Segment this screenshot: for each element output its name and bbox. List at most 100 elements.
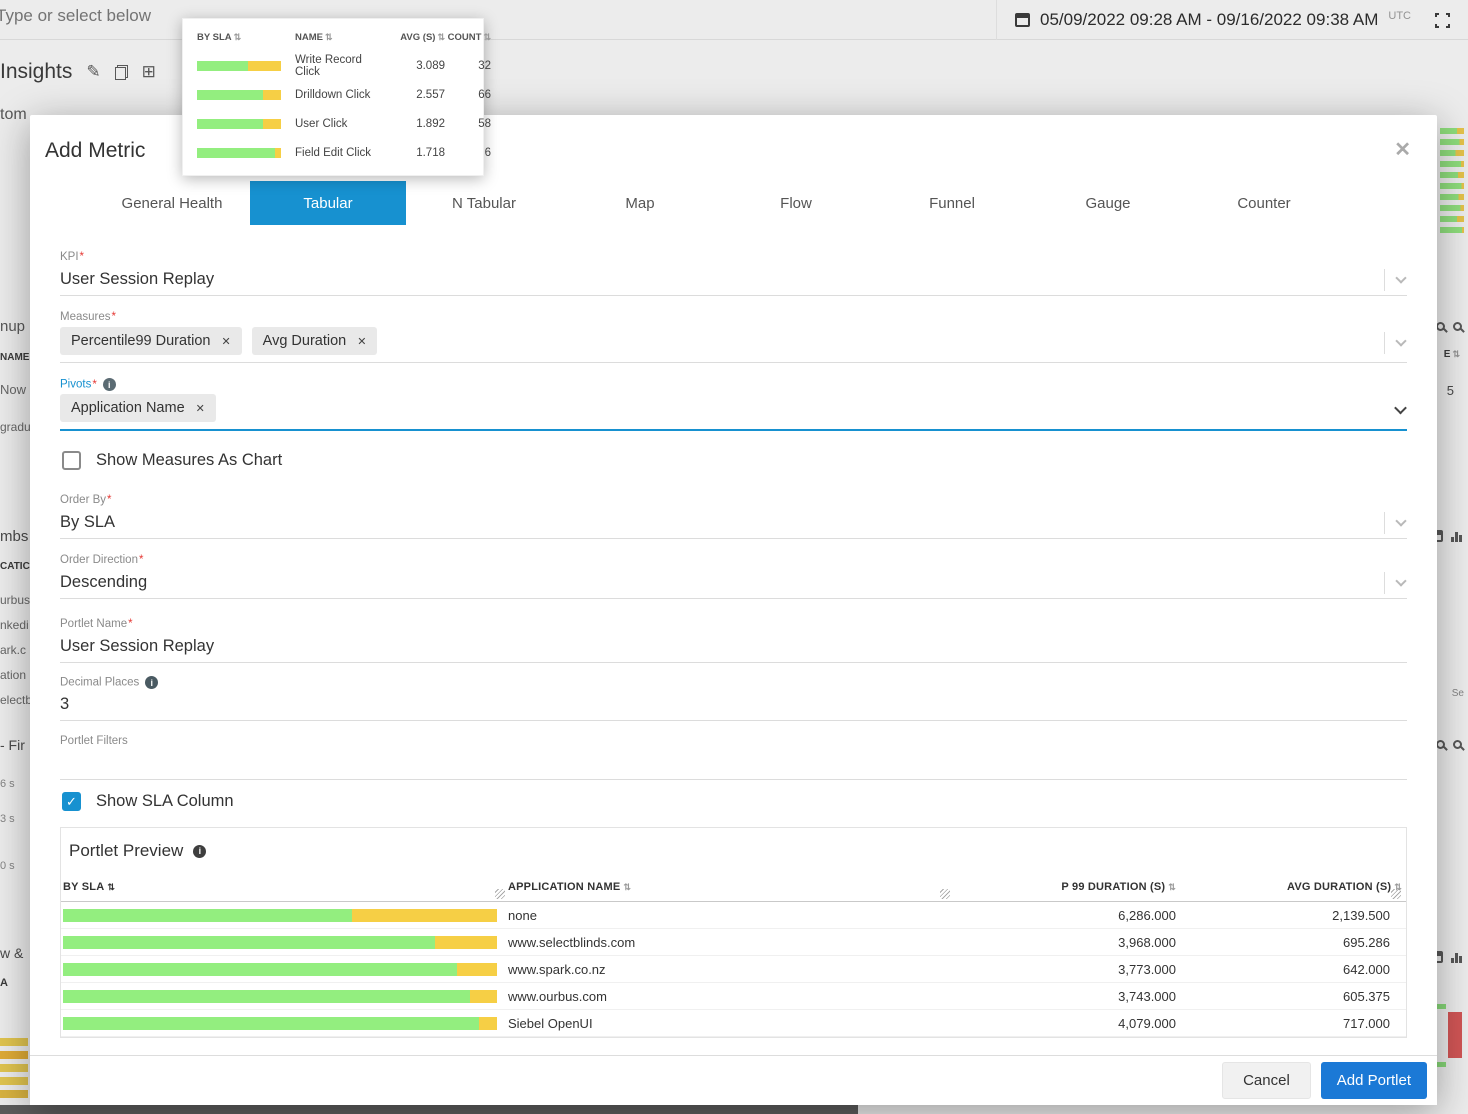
- info-icon: i: [145, 676, 159, 689]
- measure-chip[interactable]: Percentile99 Duration ✕: [60, 327, 242, 355]
- preview-table-row: www.spark.co.nz 3,773.000 642.000: [61, 956, 1406, 983]
- decimal-places-value: 3: [60, 695, 70, 713]
- column-header-application-name[interactable]: APPLICATION NAME ⇅: [508, 872, 953, 902]
- decimal-places-input[interactable]: 3: [60, 692, 1407, 721]
- p99-duration-cell: 6,286.000: [1118, 907, 1176, 923]
- info-icon: i: [102, 378, 116, 391]
- column-header-p99-duration[interactable]: P 99 DURATION (S) ⇅: [953, 872, 1178, 902]
- divider: [1384, 268, 1385, 291]
- screen: 05/09/2022 09:28 AM - 09/16/2022 09:38 A…: [0, 0, 1468, 1114]
- sla-green-bar: [63, 962, 458, 976]
- chevron-down-icon[interactable]: [1395, 514, 1407, 527]
- sort-icon: ⇅: [483, 31, 491, 42]
- divider: [1384, 571, 1385, 594]
- preview-table-row: none 6,286.000 2,139.500: [61, 902, 1406, 929]
- checkbox-label: Show SLA Column: [96, 792, 234, 810]
- order-by-select[interactable]: By SLA: [60, 510, 1407, 539]
- divider: [1384, 331, 1385, 354]
- preview-table-row: www.ourbus.com 3,743.000 605.375: [61, 983, 1406, 1010]
- pivot-chip[interactable]: Application Name ✕: [60, 394, 216, 422]
- avg-duration-cell: 605.375: [1343, 988, 1390, 1004]
- tab-funnel[interactable]: Funnel: [874, 181, 1030, 225]
- sla-yellow-bar: [479, 1016, 497, 1030]
- order-by-label: Order By*: [60, 494, 112, 506]
- application-name-cell: www.spark.co.nz: [508, 961, 606, 977]
- order-direction-select[interactable]: Descending: [60, 570, 1407, 599]
- tooltip-name: Field Edit Click: [295, 146, 372, 159]
- portlet-name-value: User Session Replay: [60, 637, 215, 655]
- column-header-avg-duration[interactable]: AVG DURATION (S) ⇅: [1178, 872, 1404, 902]
- application-name-cell: Siebel OpenUI: [508, 1015, 593, 1031]
- p99-duration-cell: 4,079.000: [1118, 1015, 1176, 1031]
- metric-type-tabs: General Health Tabular N Tabular Map Flo…: [94, 181, 1437, 225]
- sla-green-bar: [63, 908, 353, 922]
- kpi-field: KPI* User Session Replay: [60, 251, 1407, 296]
- chevron-down-icon[interactable]: [1394, 401, 1407, 415]
- sort-icon[interactable]: ⇅: [107, 882, 115, 892]
- modal-footer: Cancel Add Portlet: [30, 1055, 1437, 1105]
- modal-title: Add Metric: [45, 139, 146, 162]
- portlet-preview: Portlet Preview i BY SLA ⇅ APPLICATION NA…: [60, 827, 1407, 1038]
- portlet-preview-title: Portlet Preview: [69, 841, 184, 860]
- tab-gauge[interactable]: Gauge: [1030, 181, 1186, 225]
- add-metric-modal: Add Metric ✕ General Health Tabular N Ta…: [30, 115, 1437, 1105]
- portlet-name-input[interactable]: User Session Replay: [60, 634, 1407, 663]
- portlet-name-field: Portlet Name* User Session Replay: [60, 618, 1407, 663]
- column-resize-handle[interactable]: [1391, 889, 1401, 899]
- sla-yellow-bar: [352, 908, 497, 922]
- order-direction-value: Descending: [60, 573, 148, 591]
- sla-bar: [197, 60, 281, 71]
- sla-bar: [197, 118, 281, 129]
- application-name-cell: none: [508, 907, 537, 923]
- tab-general-health[interactable]: General Health: [94, 181, 250, 225]
- tab-n-tabular[interactable]: N Tabular: [406, 181, 562, 225]
- sla-yellow-bar: [470, 989, 497, 1003]
- sla-bar-cell: [63, 935, 508, 949]
- tab-flow[interactable]: Flow: [718, 181, 874, 225]
- sla-bar-cell: [63, 1016, 508, 1030]
- tooltip-header-by-sla: BY SLA ⇅: [197, 31, 242, 43]
- sort-icon[interactable]: ⇅: [623, 882, 631, 892]
- sort-icon[interactable]: ⇅: [1168, 882, 1176, 892]
- tooltip-count: 32: [478, 59, 491, 72]
- tab-counter[interactable]: Counter: [1186, 181, 1342, 225]
- chip-close-icon[interactable]: ✕: [221, 335, 230, 348]
- close-icon[interactable]: ✕: [1394, 137, 1411, 162]
- tooltip-header-row: BY SLA ⇅ NAME ⇅ AVG (S) ⇅ COUNT ⇅: [183, 23, 491, 51]
- column-header-by-sla[interactable]: BY SLA ⇅: [63, 872, 508, 902]
- tooltip-name: Write Record Click: [295, 53, 362, 78]
- chevron-down-icon[interactable]: [1395, 335, 1407, 347]
- pivots-select[interactable]: Application Name ✕: [60, 394, 1407, 431]
- chevron-down-icon[interactable]: [1395, 574, 1407, 587]
- chip-close-icon[interactable]: ✕: [196, 402, 205, 415]
- show-measures-as-chart-row: Show Measures As Chart: [62, 451, 1407, 470]
- column-resize-handle[interactable]: [940, 889, 950, 899]
- kpi-select[interactable]: User Session Replay: [60, 267, 1407, 296]
- info-icon: i: [193, 844, 207, 858]
- sla-green-bar: [63, 989, 471, 1003]
- tooltip-header-name: NAME ⇅: [295, 31, 333, 43]
- show-measures-as-chart-checkbox[interactable]: [62, 451, 81, 470]
- sla-yellow-bar: [457, 962, 497, 976]
- measures-field: Measures* Percentile99 Duration ✕ Avg Dur…: [60, 311, 1407, 363]
- pivots-label: Pivots* i: [60, 378, 1407, 394]
- measures-select[interactable]: Percentile99 Duration ✕ Avg Duration ✕: [60, 327, 1407, 363]
- show-sla-column-checkbox[interactable]: ✓: [62, 792, 81, 811]
- column-resize-handle[interactable]: [495, 889, 505, 899]
- chevron-down-icon[interactable]: [1395, 271, 1407, 284]
- show-sla-column-row: ✓ Show SLA Column: [62, 792, 1407, 811]
- pivots-field: Pivots* i Application Name ✕: [60, 378, 1407, 431]
- portlet-name-label: Portlet Name*: [60, 618, 133, 630]
- tab-map[interactable]: Map: [562, 181, 718, 225]
- cancel-button[interactable]: Cancel: [1222, 1062, 1311, 1099]
- chip-close-icon[interactable]: ✕: [357, 335, 366, 348]
- tab-tabular[interactable]: Tabular: [250, 181, 406, 225]
- sla-green-bar: [63, 935, 436, 949]
- measure-chip[interactable]: Avg Duration ✕: [251, 327, 378, 355]
- tooltip-name: User Click: [295, 117, 348, 130]
- tooltip-count: 66: [478, 88, 491, 101]
- sla-bar-cell: [63, 962, 508, 976]
- add-portlet-button[interactable]: Add Portlet: [1320, 1062, 1427, 1099]
- portlet-filters-input[interactable]: [60, 751, 1407, 780]
- p99-duration-cell: 3,968.000: [1118, 934, 1176, 950]
